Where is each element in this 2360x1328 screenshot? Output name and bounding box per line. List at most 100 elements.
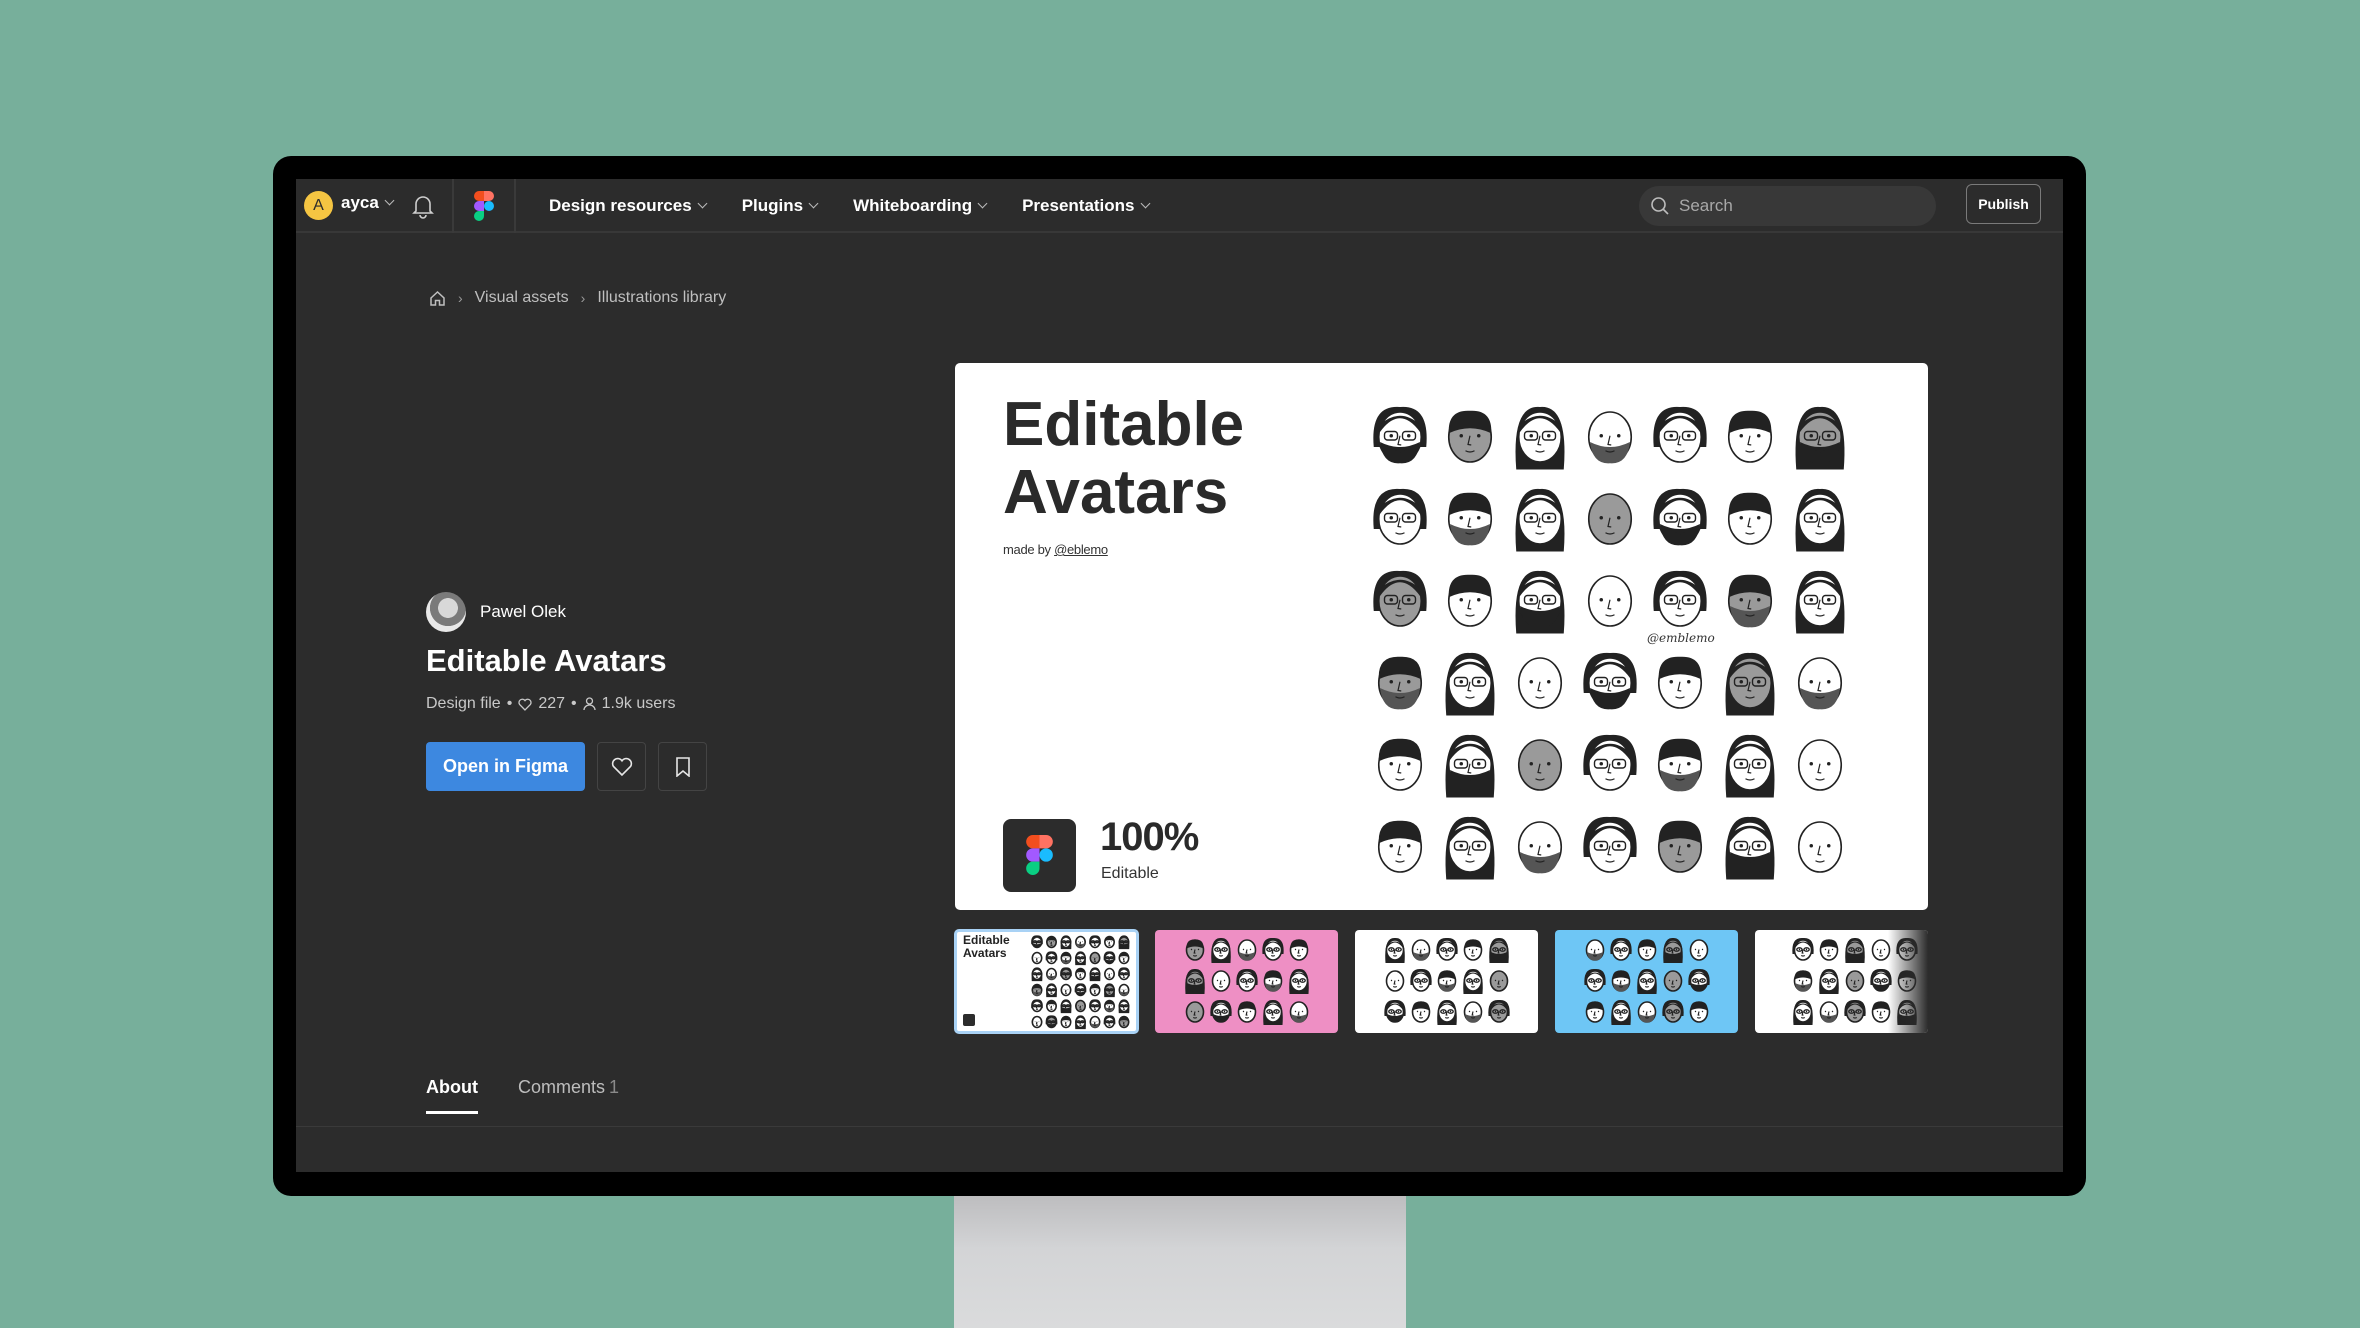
- breadcrumb-visual-assets[interactable]: Visual assets: [475, 289, 569, 307]
- preview-percent: 100%: [1100, 815, 1199, 859]
- avatar-face-illustration: [1725, 652, 1775, 716]
- avatar-face-illustration: [1587, 411, 1633, 464]
- avatar-face-illustration: [1515, 570, 1565, 634]
- author-name[interactable]: Pawel Olek: [480, 602, 566, 622]
- nav-presentations[interactable]: Presentations: [1022, 196, 1150, 216]
- search-box[interactable]: [1639, 186, 1936, 226]
- figma-logo-icon: [1026, 835, 1053, 875]
- avatar-face-illustration: [1377, 656, 1423, 710]
- avatar-face-illustration: [1211, 937, 1231, 963]
- home-icon[interactable]: [429, 290, 446, 307]
- avatar-face-illustration: [1436, 937, 1458, 961]
- breadcrumb-separator: ›: [458, 290, 463, 306]
- chevron-down-icon: [977, 198, 988, 209]
- bookmark-icon: [675, 756, 690, 777]
- figma-logo-icon[interactable]: [474, 191, 494, 221]
- avatar-face-illustration: [1897, 970, 1917, 992]
- meta-dot: •: [571, 695, 577, 712]
- avatar-face-illustration: [1727, 410, 1773, 463]
- avatar-face-illustration: [1870, 968, 1892, 992]
- user-menu[interactable]: ayca: [341, 193, 395, 213]
- breadcrumb: › Visual assets › Illustrations library: [429, 289, 726, 307]
- avatar-face-illustration: [1447, 410, 1493, 463]
- open-in-figma-button[interactable]: Open in Figma: [426, 742, 585, 791]
- thumbnail-3[interactable]: [1355, 930, 1538, 1033]
- avatar-face-illustration: [1637, 939, 1657, 961]
- preview-credit: made by @eblemo: [1003, 542, 1108, 557]
- publish-button[interactable]: Publish: [1966, 184, 2041, 224]
- avatar-face-illustration: [1662, 999, 1684, 1023]
- avatar-face-illustration: [1653, 570, 1707, 627]
- avatar-face-illustration: [1118, 1015, 1130, 1029]
- avatar-face-illustration: [1845, 937, 1865, 963]
- avatar-face-illustration: [1610, 937, 1632, 961]
- avatar-face-illustration: [1463, 1001, 1483, 1023]
- avatar-face-illustration: [1384, 999, 1406, 1023]
- avatar-face-illustration: [1060, 935, 1072, 950]
- nav-divider: [452, 179, 454, 233]
- avatar-face-illustration: [1118, 951, 1130, 965]
- thumbnail-1[interactable]: Editable Avatars: [954, 929, 1139, 1034]
- meta-dot: •: [506, 695, 513, 712]
- tab-comments[interactable]: Comments 1: [518, 1077, 619, 1114]
- preview-title-line: Editable: [1003, 390, 1245, 459]
- author-avatar[interactable]: [426, 592, 466, 632]
- search-input[interactable]: [1679, 196, 1919, 216]
- avatar-face-illustration: [1896, 937, 1918, 961]
- avatar-face-illustration: [1210, 999, 1232, 1023]
- avatar-face-illustration: [1411, 1001, 1431, 1023]
- user-avatar[interactable]: A: [304, 191, 333, 220]
- avatar-face-illustration: [1845, 970, 1865, 992]
- like-button[interactable]: [597, 742, 646, 791]
- avatar-face-illustration: [1031, 967, 1043, 982]
- heart-icon: [518, 698, 532, 711]
- avatar-face-illustration: [1263, 970, 1283, 992]
- preview-title-line: Avatars: [1003, 458, 1229, 527]
- avatar-face-illustration: [1031, 983, 1043, 997]
- avatar-face-illustration: [1118, 935, 1130, 950]
- breadcrumb-illustrations-library[interactable]: Illustrations library: [597, 289, 726, 307]
- nav-plugins[interactable]: Plugins: [742, 196, 819, 216]
- author[interactable]: Pawel Olek: [426, 592, 566, 632]
- avatar-face-illustration: [1585, 1001, 1605, 1023]
- avatar-face-illustration: [1373, 570, 1427, 627]
- thumbnail-strip: Editable Avatars: [954, 929, 1928, 1034]
- avatar-face-illustration: [1445, 816, 1495, 880]
- tabs-divider: [296, 1126, 2063, 1127]
- avatar-face-illustration: [1046, 967, 1057, 981]
- avatar-face-illustration: [1583, 816, 1637, 873]
- avatar-face-illustration: [1410, 968, 1432, 992]
- nav-whiteboarding[interactable]: Whiteboarding: [853, 196, 988, 216]
- avatar-face-illustration: [1587, 493, 1633, 545]
- resource-type: Design file: [426, 695, 501, 712]
- thumbnail-4[interactable]: [1555, 930, 1738, 1033]
- avatar-face-illustration: [1045, 1015, 1058, 1029]
- thumbnail-5[interactable]: [1755, 930, 1928, 1033]
- tab-label: Comments: [517, 1077, 606, 1097]
- tab-about[interactable]: About: [426, 1077, 478, 1114]
- handle-annotation: @emblemo: [1647, 631, 1715, 645]
- avatar-face-illustration: [1089, 983, 1101, 997]
- avatar-face-illustration: [1819, 1001, 1839, 1023]
- avatar-face-illustration: [1104, 967, 1115, 981]
- avatar-face-illustration: [1031, 951, 1043, 965]
- avatar-face-illustration: [1185, 939, 1205, 961]
- avatar-face-illustration: [1871, 939, 1891, 961]
- avatar-face-illustration: [1031, 1015, 1043, 1029]
- avatar-face-illustration: [1657, 738, 1703, 792]
- nav-design-resources[interactable]: Design resources: [549, 196, 708, 216]
- tab-bar: About Comments 1: [426, 1077, 619, 1114]
- nav-menu: Design resources Plugins Whiteboarding P…: [549, 179, 1150, 233]
- thumbnail-2[interactable]: [1155, 930, 1338, 1033]
- bell-icon[interactable]: [412, 193, 434, 219]
- avatar-face-illustration: [1515, 488, 1565, 552]
- avatar-face-illustration: [1089, 967, 1101, 982]
- avatar-face-illustration: [1844, 999, 1866, 1023]
- avatar-face-illustration: [1727, 492, 1773, 545]
- avatar-face-illustration: [1031, 999, 1043, 1013]
- bookmark-button[interactable]: [658, 742, 707, 791]
- avatar-face-illustration: [1584, 968, 1606, 992]
- avatar-face-illustration: [1725, 734, 1775, 798]
- chevron-down-icon: [1140, 198, 1150, 209]
- preview-image[interactable]: Editable Avatars made by @eblemo 100% Ed…: [955, 363, 1928, 910]
